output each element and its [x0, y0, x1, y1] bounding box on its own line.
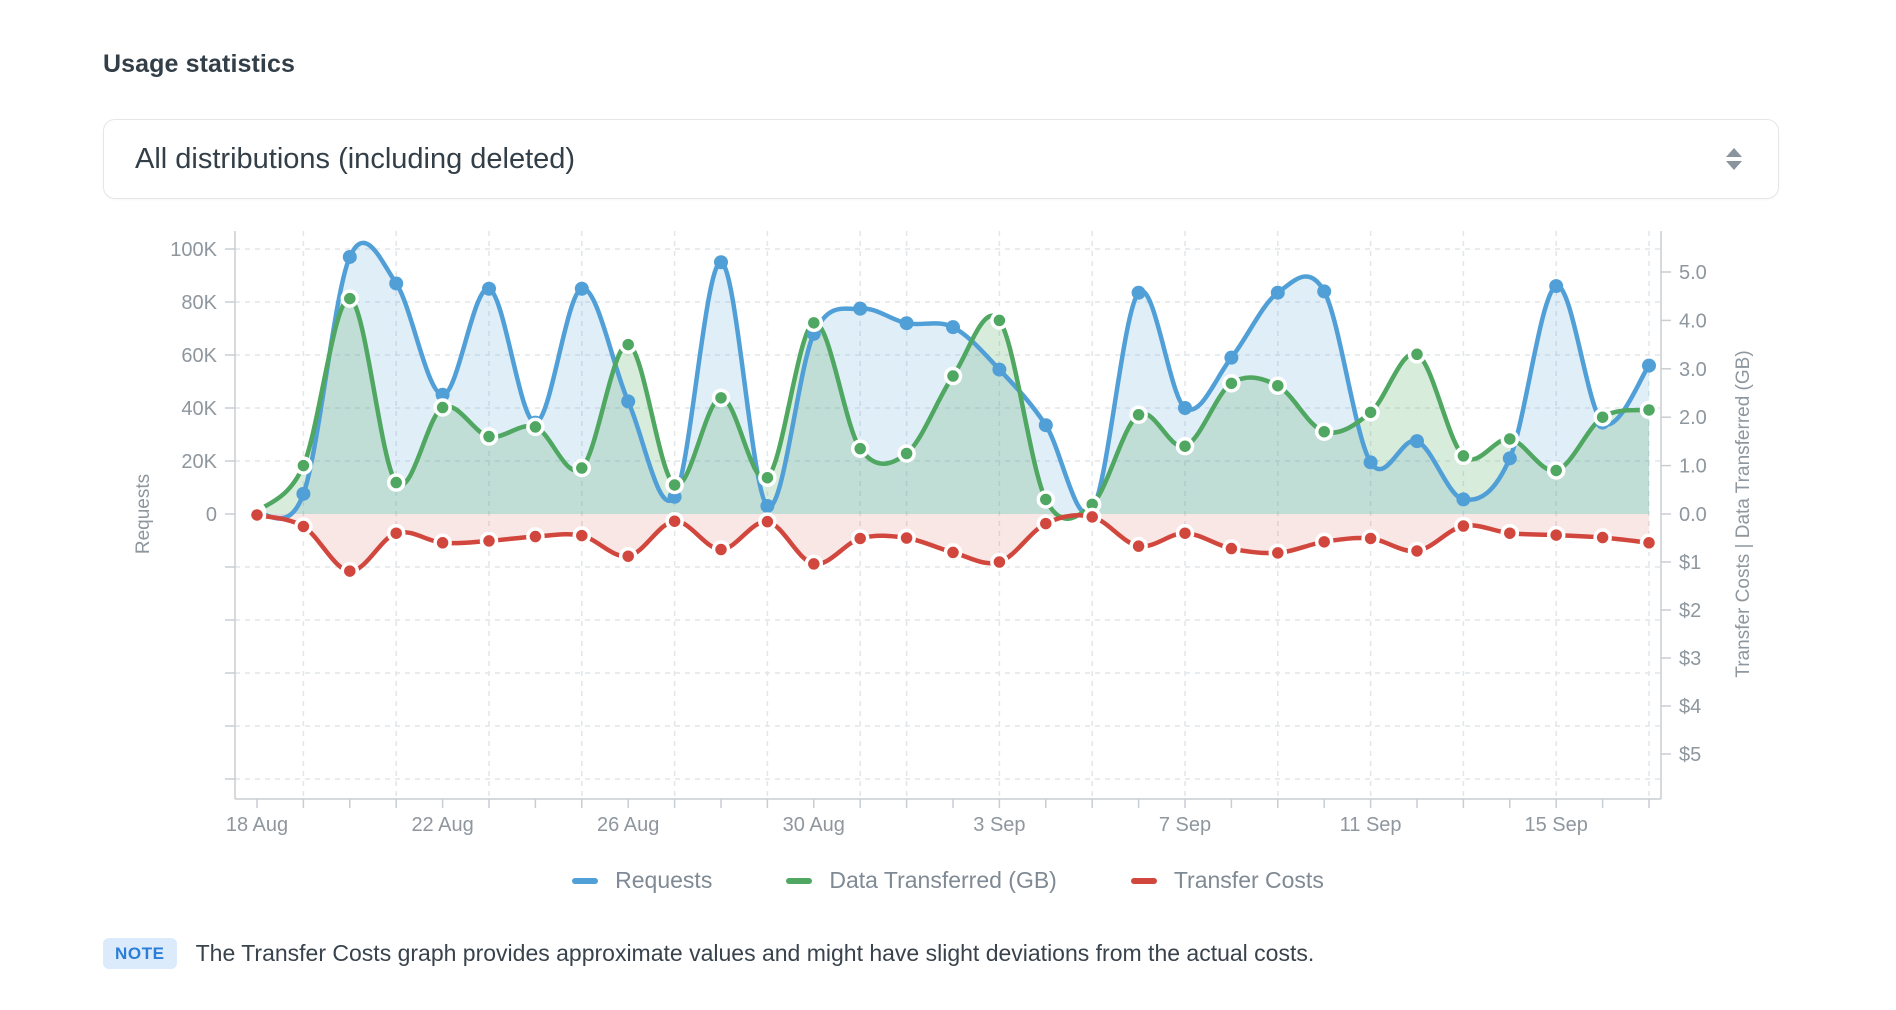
- usage-statistics-panel: Usage statistics All distributions (incl…: [0, 0, 1896, 969]
- transfer-costs-swatch: [1131, 878, 1157, 884]
- svg-text:$2: $2: [1679, 600, 1701, 622]
- data-transferred-swatch: [786, 878, 812, 884]
- svg-text:40K: 40K: [181, 398, 217, 420]
- svg-text:0: 0: [206, 504, 217, 526]
- usage-chart: 100K 80K 60K 40K 20K 0 5.0 4.0 3.0 2.0 1.0 0.0 $1 $2 $…: [103, 225, 1793, 855]
- svg-text:5.0: 5.0: [1679, 262, 1707, 284]
- chart-legend: Requests Data Transferred (GB) Transfer …: [103, 867, 1793, 894]
- svg-text:18 Aug: 18 Aug: [226, 814, 288, 836]
- svg-text:80K: 80K: [181, 292, 217, 314]
- svg-text:$1: $1: [1679, 552, 1701, 574]
- svg-text:7 Sep: 7 Sep: [1159, 814, 1211, 836]
- svg-text:3.0: 3.0: [1679, 359, 1707, 381]
- svg-text:$4: $4: [1679, 696, 1701, 718]
- svg-text:30 Aug: 30 Aug: [783, 814, 845, 836]
- svg-text:22 Aug: 22 Aug: [411, 814, 473, 836]
- svg-text:$5: $5: [1679, 744, 1701, 766]
- svg-text:2.0: 2.0: [1679, 407, 1707, 429]
- svg-text:100K: 100K: [170, 239, 217, 261]
- svg-text:26 Aug: 26 Aug: [597, 814, 659, 836]
- legend-item-requests: Requests: [572, 867, 712, 894]
- distribution-select-value: All distributions (including deleted): [135, 143, 575, 176]
- svg-text:$3: $3: [1679, 648, 1701, 670]
- legend-item-data-transferred: Data Transferred (GB): [786, 867, 1057, 894]
- page-title: Usage statistics: [103, 50, 1793, 79]
- svg-text:4.0: 4.0: [1679, 310, 1707, 332]
- svg-text:1.0: 1.0: [1679, 456, 1707, 478]
- svg-text:60K: 60K: [181, 345, 217, 367]
- note-badge: NOTE: [103, 938, 177, 969]
- svg-text:11 Sep: 11 Sep: [1340, 814, 1402, 836]
- note-text: The Transfer Costs graph provides approx…: [196, 940, 1315, 967]
- svg-text:Requests: Requests: [133, 474, 154, 554]
- requests-swatch: [572, 878, 598, 884]
- svg-text:Transfer Costs | Data Transfer: Transfer Costs | Data Transferred (GB): [1733, 350, 1754, 677]
- legend-item-transfer-costs: Transfer Costs: [1131, 867, 1324, 894]
- svg-text:0.0: 0.0: [1679, 504, 1707, 526]
- svg-text:3 Sep: 3 Sep: [973, 814, 1025, 836]
- svg-text:15 Sep: 15 Sep: [1525, 814, 1588, 836]
- distribution-select[interactable]: All distributions (including deleted): [103, 119, 1779, 199]
- svg-text:20K: 20K: [181, 451, 217, 473]
- select-up-down-icon: [1726, 148, 1742, 170]
- usage-chart-canvas: 100K 80K 60K 40K 20K 0 5.0 4.0 3.0 2.0 1.0 0.0 $1 $2 $…: [103, 225, 1783, 850]
- note-row: NOTE The Transfer Costs graph provides a…: [103, 938, 1793, 969]
